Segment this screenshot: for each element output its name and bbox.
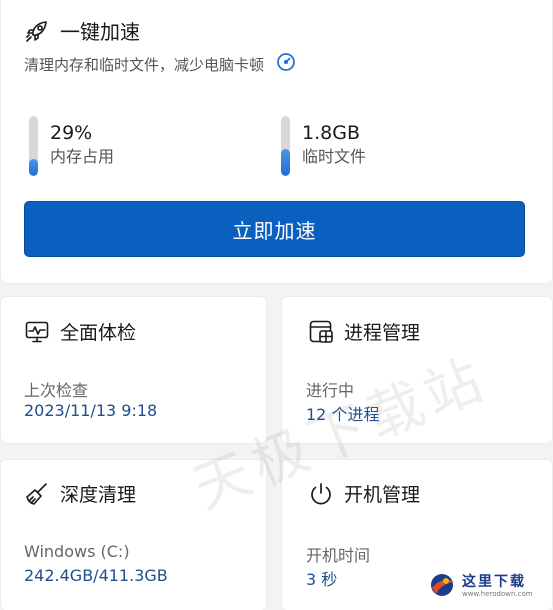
temp-files-meter-fill — [281, 149, 290, 176]
accelerate-subtitle: 清理内存和临时文件，减少电脑卡顿 — [24, 52, 296, 76]
deep-clean-card[interactable]: 深度清理 Windows (C:) 242.4GB/411.3GB — [0, 459, 267, 610]
process-manager-card[interactable]: 进程管理 进行中 12 个进程 — [281, 296, 553, 444]
health-check-title: 全面体检 — [60, 322, 137, 344]
memory-meter-text: 29% 内存占用 — [50, 116, 114, 176]
deep-clean-title: 深度清理 — [60, 484, 137, 506]
health-check-card[interactable]: 全面体检 上次检查 2023/11/13 9:18 — [0, 296, 267, 444]
temp-files-meter-text: 1.8GB 临时文件 — [302, 116, 366, 176]
memory-usage-value: 29% — [50, 122, 93, 144]
temp-files-meter: 1.8GB 临时文件 — [281, 116, 366, 176]
accelerate-subtitle-text: 清理内存和临时文件，减少电脑卡顿 — [24, 55, 265, 74]
accelerate-title: 一键加速 — [60, 20, 140, 44]
corner-watermark-logo: 这里下载 www.herodown.com — [428, 570, 533, 602]
corner-logo-text: 这里下载 www.herodown.com — [462, 574, 533, 599]
power-icon — [308, 481, 334, 507]
accelerate-card: 一键加速 清理内存和临时文件，减少电脑卡顿 29% 内存占用 1.8GB 临时文… — [0, 0, 553, 284]
accelerate-header: 一键加速 — [24, 16, 140, 45]
drive-usage: 242.4GB/411.3GB — [24, 566, 168, 585]
corner-logo-subtitle: www.herodown.com — [462, 589, 533, 598]
boot-time-value: 3 秒 — [306, 570, 338, 589]
startup-manager-header: 开机管理 — [308, 480, 420, 507]
temp-files-label: 临时文件 — [302, 147, 367, 166]
memory-meter-fill — [29, 158, 38, 176]
deep-clean-header: 深度清理 — [24, 480, 136, 507]
process-count: 12 个进程 — [306, 405, 380, 424]
broom-icon — [24, 481, 50, 507]
rocket-icon — [24, 18, 50, 44]
memory-usage-label: 内存占用 — [50, 147, 115, 166]
process-manager-header: 进程管理 — [308, 318, 420, 345]
health-check-label: 上次检查 — [24, 381, 89, 400]
process-manager-title: 进程管理 — [344, 322, 421, 344]
monitor-pulse-icon — [24, 319, 50, 345]
temp-files-value: 1.8GB — [302, 122, 360, 144]
boost-now-button[interactable]: 立即加速 — [24, 201, 525, 257]
memory-meter: 29% 内存占用 — [29, 116, 114, 176]
process-window-icon — [308, 319, 334, 345]
process-status-label: 进行中 — [306, 381, 355, 400]
site-logo-icon — [428, 570, 456, 602]
drive-label: Windows (C:) — [24, 542, 130, 561]
health-check-header: 全面体检 — [24, 318, 136, 345]
startup-manager-title: 开机管理 — [344, 484, 421, 506]
corner-logo-title: 这里下载 — [462, 573, 526, 590]
last-check-time: 2023/11/13 9:18 — [24, 401, 158, 420]
temp-files-meter-track — [281, 116, 290, 176]
memory-meter-track — [29, 116, 38, 176]
boot-time-label: 开机时间 — [306, 546, 371, 565]
gauge-info-icon[interactable] — [276, 52, 296, 76]
